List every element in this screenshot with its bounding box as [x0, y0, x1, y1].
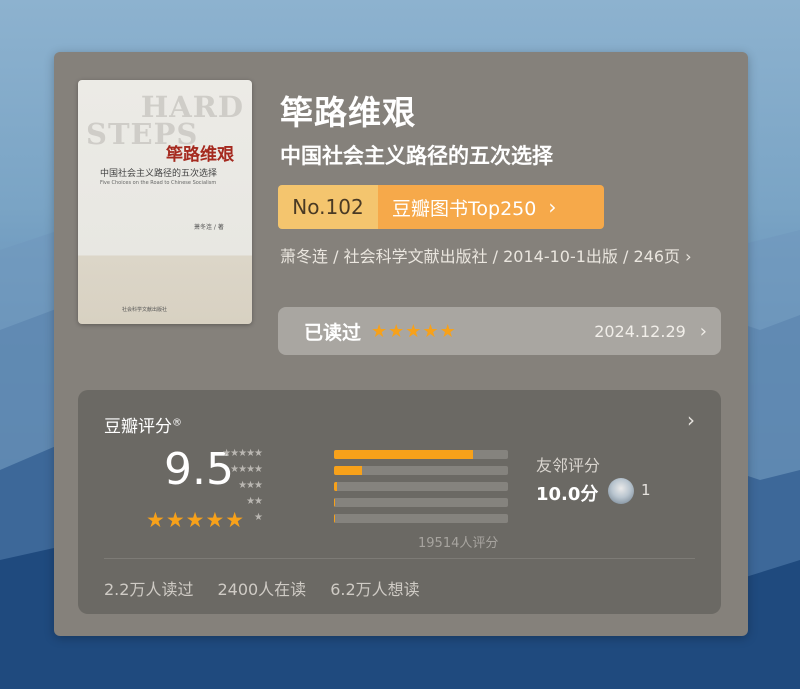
cover-chinese-title: 筚路维艰 [166, 145, 234, 165]
friends-count: 1 [641, 481, 651, 499]
stat-reading[interactable]: 2400人在读 [217, 576, 306, 600]
book-subtitle: 中国社会主义路径的五次选择 [280, 144, 553, 168]
rank-number: No.102 [278, 185, 378, 229]
rating-heading: 豆瓣评分® [104, 417, 182, 437]
cover-chinese-subtitle: 中国社会主义路径的五次选择 [100, 169, 218, 179]
dist-fill [334, 514, 335, 523]
cover-author: 萧冬连 / 著 [194, 224, 224, 231]
dist-fill [334, 482, 338, 491]
book-card: HARD STEPS 筚路维艰 中国社会主义路径的五次选择 Five Choic… [54, 52, 748, 636]
dist-fill [334, 466, 362, 475]
friends-rating-score: 10.0分 [536, 484, 599, 505]
read-date: 2024.12.29 [594, 321, 686, 341]
reader-stats: 2.2万人读过 2400人在读 6.2万人想读 [104, 576, 420, 600]
top250-rank-badge[interactable]: No.102 豆瓣图书Top250 › [278, 185, 604, 229]
stat-read[interactable]: 2.2万人读过 [104, 576, 193, 600]
read-status-label: 已读过 [304, 321, 362, 344]
dist-stars-label: ★ [254, 512, 263, 523]
dist-bar [334, 482, 508, 491]
read-status-row[interactable]: 已读过 ★★★★★ 2024.12.29 › [278, 307, 721, 355]
douban-rating-panel[interactable]: 豆瓣评分® › 9.5 ★★★★★ ★★★★★ ★★★★ ★★★ ★★ ★ 19… [78, 390, 721, 614]
cover-english-subtitle: Five Choices on the Road to Chinese Soci… [100, 180, 217, 186]
avatar[interactable] [608, 478, 634, 504]
registered-mark: ® [172, 417, 182, 429]
dist-stars-label: ★★★★★ [222, 448, 263, 459]
dist-bar [334, 450, 508, 459]
chevron-right-icon: › [548, 195, 557, 219]
dist-fill [334, 498, 335, 507]
dist-bar [334, 466, 508, 475]
dist-bar [334, 514, 508, 523]
book-title: 筚路维艰 [280, 93, 416, 132]
dist-bar [334, 498, 508, 507]
dist-stars-label: ★★★★ [230, 464, 263, 475]
dist-stars-label: ★★★ [238, 480, 263, 491]
my-rating-stars: ★★★★★ [371, 320, 457, 342]
friends-rating-label: 友邻评分 [536, 456, 601, 475]
chevron-right-icon: › [699, 320, 707, 342]
chevron-right-icon[interactable]: › [687, 408, 695, 432]
book-cover[interactable]: HARD STEPS 筚路维艰 中国社会主义路径的五次选择 Five Choic… [78, 80, 252, 324]
rating-count: 19514人评分 [418, 536, 499, 551]
rank-list-label: 豆瓣图书Top250 › [378, 185, 604, 229]
cover-publisher: 社会科学文献出版社 [122, 307, 168, 313]
dist-fill [334, 450, 474, 459]
divider [104, 558, 695, 559]
stat-want[interactable]: 6.2万人想读 [330, 576, 419, 600]
book-meta-link[interactable]: 萧冬连 / 社会科学文献出版社 / 2014-10-1出版 / 246页 › [280, 244, 710, 270]
dist-stars-label: ★★ [246, 496, 263, 507]
